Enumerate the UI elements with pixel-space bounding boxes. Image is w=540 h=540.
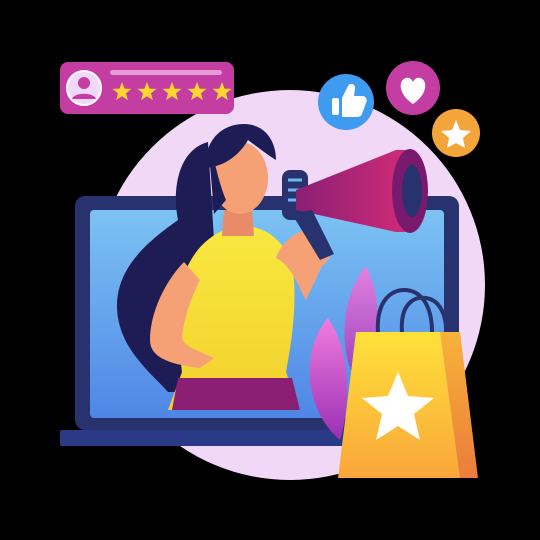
thumbs-up-badge — [318, 74, 374, 130]
rating-card — [60, 62, 234, 114]
heart-badge — [386, 61, 440, 115]
illustration-canvas — [60, 61, 485, 480]
star-badge — [432, 109, 480, 157]
influencer-marketing-illustration — [0, 0, 540, 540]
